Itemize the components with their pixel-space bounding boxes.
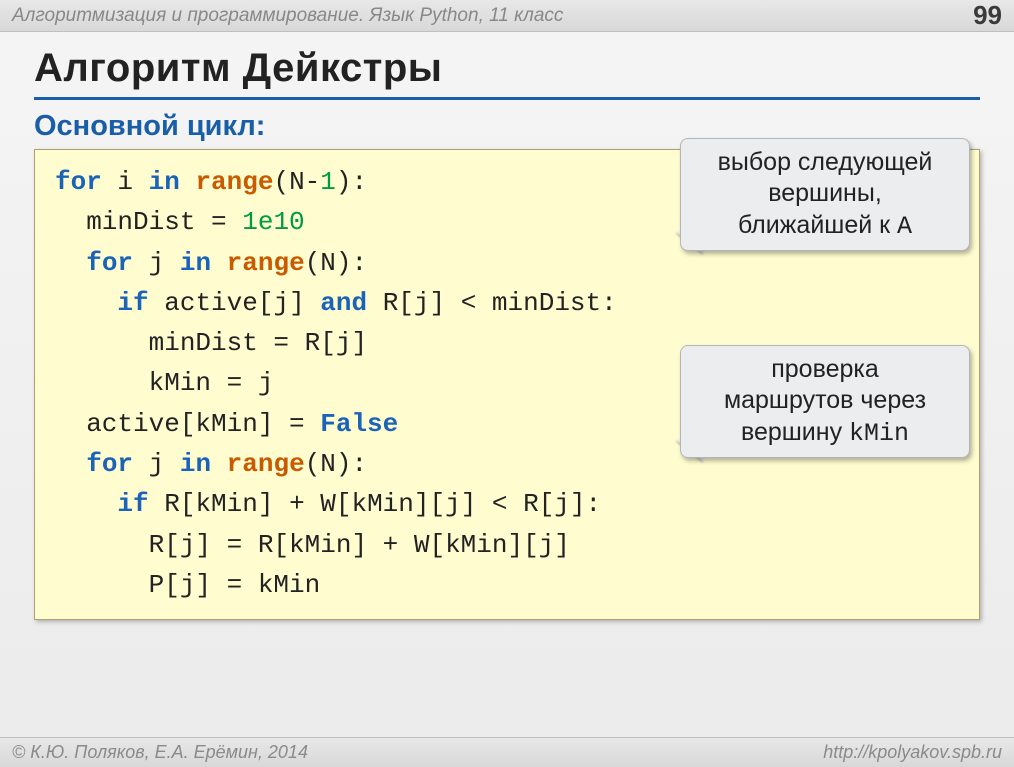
page-number: 99 xyxy=(973,0,1002,31)
kw-for: for xyxy=(86,248,133,278)
slide-title: Алгоритм Дейкстры xyxy=(34,46,980,100)
bool-false: False xyxy=(320,409,398,439)
kw-and: and xyxy=(320,288,367,318)
code-line: R[j] = R[kMin] + W[kMin][j] xyxy=(55,530,570,560)
callout-check-routes: проверка маршрутов через вершину kMin xyxy=(680,345,970,458)
fn-range: range xyxy=(227,449,305,479)
header-title: Алгоритмизация и программирование. Язык … xyxy=(12,5,563,27)
fn-range: range xyxy=(195,167,273,197)
footer-bar: © К.Ю. Поляков, Е.А. Ерёмин, 2014 http:/… xyxy=(0,737,1014,767)
kw-for: for xyxy=(86,449,133,479)
code-line: P[j] = kMin xyxy=(55,570,320,600)
fn-range: range xyxy=(227,248,305,278)
header-bar: Алгоритмизация и программирование. Язык … xyxy=(0,0,1014,32)
slide-content: Алгоритм Дейкстры Основной цикл: for i i… xyxy=(0,32,1014,620)
kw-in: in xyxy=(180,248,211,278)
num-1e10: 1e10 xyxy=(242,207,304,237)
kw-in: in xyxy=(149,167,180,197)
num-1: 1 xyxy=(320,167,336,197)
kw-in: in xyxy=(180,449,211,479)
kw-if: if xyxy=(117,489,148,519)
footer-copyright: © К.Ю. Поляков, Е.А. Ерёмин, 2014 xyxy=(12,742,308,763)
kw-if: if xyxy=(117,288,148,318)
footer-url: http://kpolyakov.spb.ru xyxy=(823,742,1002,763)
callout-select-vertex: выбор следующей вершины, ближайшей к A xyxy=(680,138,970,251)
code-line: kMin = j xyxy=(55,368,273,398)
kw-for: for xyxy=(55,167,102,197)
code-line: minDist = R[j] xyxy=(55,328,367,358)
